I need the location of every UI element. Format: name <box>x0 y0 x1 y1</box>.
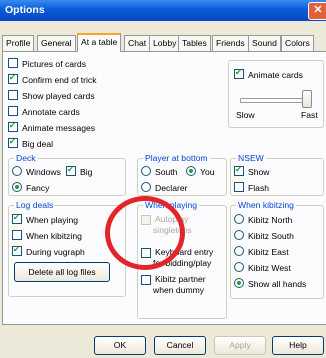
radio-circle[interactable] <box>12 166 22 176</box>
log-when-playing-checkbox[interactable]: When playing <box>12 212 78 225</box>
checkbox-box[interactable] <box>8 120 18 132</box>
radio-circle[interactable] <box>234 262 244 272</box>
checkbox-box[interactable] <box>141 248 151 258</box>
kibitz-west-radio[interactable]: Kibitz West <box>234 262 291 273</box>
radio-circle[interactable] <box>234 246 244 256</box>
log-deals-legend: Log deals <box>14 200 56 211</box>
cancel-button[interactable]: Cancel <box>154 336 206 355</box>
big-deal-checkbox[interactable]: Big deal <box>8 136 53 149</box>
tab-general[interactable]: General <box>37 35 76 51</box>
checkbox-box[interactable] <box>8 90 18 100</box>
annotate-cards-checkbox[interactable]: Annotate cards <box>8 106 80 117</box>
checkbox-box[interactable] <box>66 164 76 176</box>
tab-colors[interactable]: Colors <box>281 35 314 51</box>
when-kibitzing-legend: When kibitzing <box>236 200 296 211</box>
checkbox-box[interactable] <box>141 215 151 225</box>
checkbox-box[interactable] <box>8 72 18 84</box>
tab-sound[interactable]: Sound <box>248 35 281 51</box>
confirm-end-of-trick-checkbox[interactable]: Confirm end of trick <box>8 72 97 85</box>
kibitz-east-radio[interactable]: Kibitz East <box>234 246 289 257</box>
tab-at-a-table[interactable]: At a table <box>77 33 122 52</box>
windows-radio[interactable]: Windows <box>12 166 61 177</box>
checkbox-box[interactable] <box>12 230 22 240</box>
show-all-hands-radio[interactable]: Show all hands <box>234 278 306 289</box>
radio-circle[interactable] <box>141 182 151 192</box>
tab-lobby[interactable]: Lobby <box>149 35 181 51</box>
deck-legend: Deck <box>14 153 38 164</box>
player-at-bottom-legend: Player at bottom <box>143 153 210 164</box>
radio-circle[interactable] <box>234 230 244 240</box>
checkbox-box[interactable] <box>12 244 22 256</box>
log-during-vugraph-checkbox[interactable]: During vugraph <box>12 244 85 257</box>
show-played-cards-checkbox[interactable]: Show played cards <box>8 90 95 101</box>
radio-circle[interactable] <box>12 182 22 192</box>
nsew-legend: NSEW <box>236 153 266 164</box>
checkbox-box[interactable] <box>234 182 244 192</box>
ok-button[interactable]: OK <box>94 336 146 355</box>
radio-circle[interactable] <box>234 278 244 288</box>
checkbox-box[interactable] <box>234 164 244 176</box>
keyboard-entry-checkbox[interactable]: Keyboard entry for bidding/play <box>141 247 225 271</box>
animation-speed-slider[interactable] <box>240 98 308 103</box>
fancy-radio[interactable]: Fancy <box>12 182 49 193</box>
checkbox-box[interactable] <box>8 106 18 116</box>
close-icon[interactable]: ✕ <box>308 2 326 20</box>
kibitz-south-radio[interactable]: Kibitz South <box>234 230 294 241</box>
checkbox-box[interactable] <box>12 212 22 224</box>
radio-circle[interactable] <box>141 166 151 176</box>
kibitz-partner-checkbox[interactable]: Kibitz partner when dummy <box>141 274 221 298</box>
pictures-of-cards-checkbox[interactable]: Pictures of cards <box>8 58 86 69</box>
tab-chat[interactable]: Chat <box>124 35 151 51</box>
checkbox-box[interactable] <box>234 67 244 79</box>
tab-tables[interactable]: Tables <box>178 35 211 51</box>
south-radio[interactable]: South <box>141 166 177 177</box>
checkbox-box[interactable] <box>141 275 151 285</box>
you-radio[interactable]: You <box>186 166 215 177</box>
delete-log-files-button[interactable]: Delete all log files <box>14 262 110 282</box>
radio-circle[interactable] <box>186 166 196 176</box>
nsew-show-checkbox[interactable]: Show <box>234 164 270 177</box>
declarer-radio[interactable]: Declarer <box>141 182 187 193</box>
slow-label: Slow <box>236 110 255 120</box>
tab-profile[interactable]: Profile <box>2 35 35 51</box>
tab-friends[interactable]: Friends <box>212 35 249 51</box>
fast-label: Fast <box>301 110 318 120</box>
radio-circle[interactable] <box>234 214 244 224</box>
title-bar: Options ✕ <box>0 0 326 21</box>
big-checkbox[interactable]: Big <box>66 164 92 177</box>
slider-thumb[interactable] <box>302 90 312 108</box>
animate-cards-checkbox[interactable]: Animate cards <box>234 67 303 80</box>
help-button[interactable]: Help <box>272 336 324 355</box>
checkbox-box[interactable] <box>8 58 18 68</box>
kibitz-north-radio[interactable]: Kibitz North <box>234 214 292 225</box>
window-title: Options <box>5 4 45 16</box>
nsew-flash-checkbox[interactable]: Flash <box>234 182 269 193</box>
autoplay-singletons-checkbox[interactable]: Autoplay singletons <box>141 214 221 238</box>
log-when-kibitzing-checkbox[interactable]: When kibitzing <box>12 230 82 241</box>
checkbox-box[interactable] <box>8 136 18 148</box>
animate-messages-checkbox[interactable]: Animate messages <box>8 120 95 133</box>
apply-button[interactable]: Apply <box>214 336 266 355</box>
when-playing-legend: When playing <box>143 200 200 211</box>
